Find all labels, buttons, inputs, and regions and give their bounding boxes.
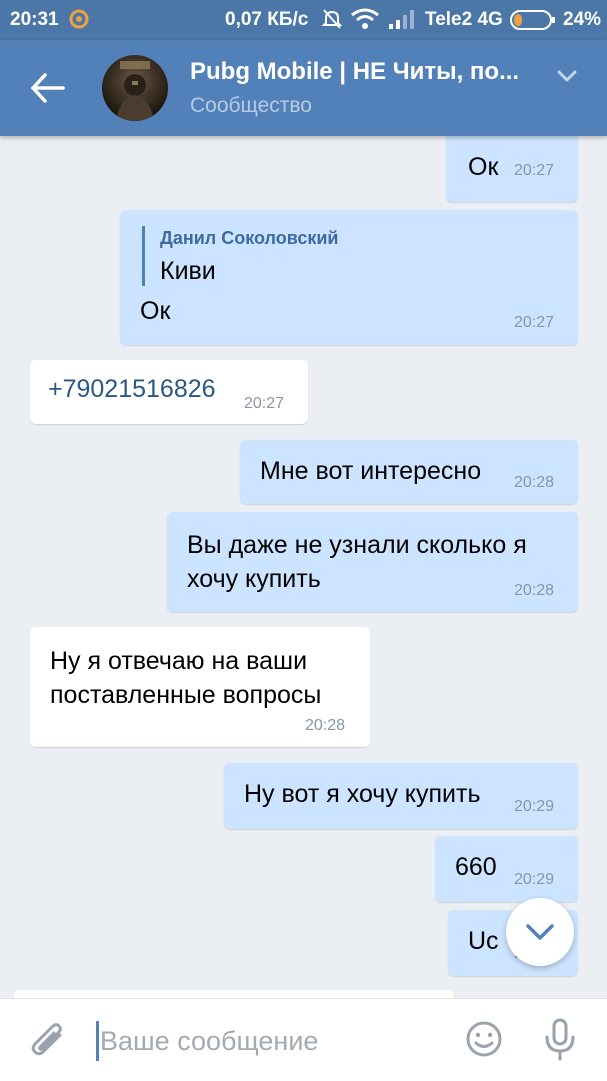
- back-button[interactable]: [28, 70, 68, 106]
- chevron-down-icon: [557, 70, 577, 82]
- message-time: 20:28: [305, 717, 346, 734]
- outgoing-message[interactable]: Вы даже не узнали сколько я хочу купить …: [167, 512, 578, 612]
- carrier-label: Tele2 4G: [425, 9, 503, 30]
- message-text-line: хочу купить: [187, 565, 321, 593]
- message-text: Мне вот интересно: [260, 457, 482, 485]
- paperclip-icon: [31, 1023, 62, 1056]
- smiley-icon: [466, 1021, 502, 1057]
- incoming-message[interactable]: Ну я отвечаю на ваши поставленные вопрос…: [30, 627, 370, 747]
- reply-author[interactable]: Данил Соколовский: [160, 228, 338, 249]
- reply-text: Киви: [160, 257, 216, 285]
- scroll-down-button[interactable]: [506, 898, 574, 966]
- message-text: Ок: [468, 153, 499, 181]
- chat-title[interactable]: Pubg Mobile | НЕ Читы, по...: [190, 58, 542, 86]
- incoming-message[interactable]: +79021516826 20:27: [30, 360, 308, 424]
- message-text: Ок: [140, 297, 171, 325]
- message-text-line: Вы даже не узнали сколько я: [187, 531, 527, 559]
- microphone-icon: [545, 1018, 575, 1061]
- status-bar: 20:31 0,07 КБ/с Tele2 4G 24%: [0, 0, 607, 40]
- message-time: 20:27: [514, 314, 555, 331]
- message-text: Ну вот я хочу купить: [244, 780, 481, 808]
- message-time: 20:28: [514, 474, 555, 491]
- message-list[interactable]: Ок 20:27 Данил Соколовский Киви Ок 20:27…: [0, 136, 607, 998]
- composer: [0, 998, 607, 1081]
- chat-subtitle: Сообщество: [190, 94, 312, 117]
- message-input[interactable]: [96, 1019, 440, 1063]
- community-avatar[interactable]: [102, 55, 168, 121]
- outgoing-message[interactable]: Данил Соколовский Киви Ок 20:27: [120, 210, 578, 345]
- voice-message-button[interactable]: [543, 1017, 577, 1063]
- attach-button[interactable]: [30, 1021, 68, 1061]
- incoming-message[interactable]: [14, 990, 454, 998]
- outgoing-message[interactable]: Мне вот интересно 20:28: [240, 440, 578, 504]
- mute-icon: [321, 8, 343, 36]
- message-text: 660: [455, 853, 497, 881]
- signal-icon: [388, 8, 416, 36]
- outgoing-message[interactable]: Ну вот я хочу купить 20:29: [224, 763, 578, 829]
- status-time: 20:31: [10, 9, 59, 30]
- message-text: Uc: [468, 927, 499, 955]
- battery-percent: 24%: [563, 9, 602, 30]
- message-time: 20:27: [514, 162, 555, 179]
- message-time: 20:27: [244, 395, 285, 412]
- message-text-line: Ну я отвечаю на ваши: [50, 647, 308, 675]
- reply-quote-bar: [142, 226, 145, 286]
- outgoing-message[interactable]: Ок 20:27: [446, 136, 578, 202]
- wifi-icon: [350, 8, 380, 36]
- emoji-button[interactable]: [464, 1019, 504, 1059]
- phone-link[interactable]: +79021516826: [48, 372, 216, 406]
- network-speed: 0,07 КБ/с: [225, 9, 309, 30]
- header-menu-button[interactable]: [556, 68, 578, 84]
- message-text-line: поставленные вопросы: [50, 681, 322, 709]
- message-time: 20:28: [514, 582, 555, 599]
- chat-header: Pubg Mobile | НЕ Читы, по... Сообщество: [0, 40, 607, 136]
- battery-icon: [510, 10, 556, 36]
- notification-icon: [68, 8, 90, 36]
- arrow-left-icon: [31, 73, 65, 103]
- message-time: 20:29: [514, 798, 555, 815]
- message-time: 20:29: [514, 871, 555, 888]
- chevron-down-icon: [526, 924, 554, 940]
- outgoing-message[interactable]: 660 20:29: [435, 836, 578, 902]
